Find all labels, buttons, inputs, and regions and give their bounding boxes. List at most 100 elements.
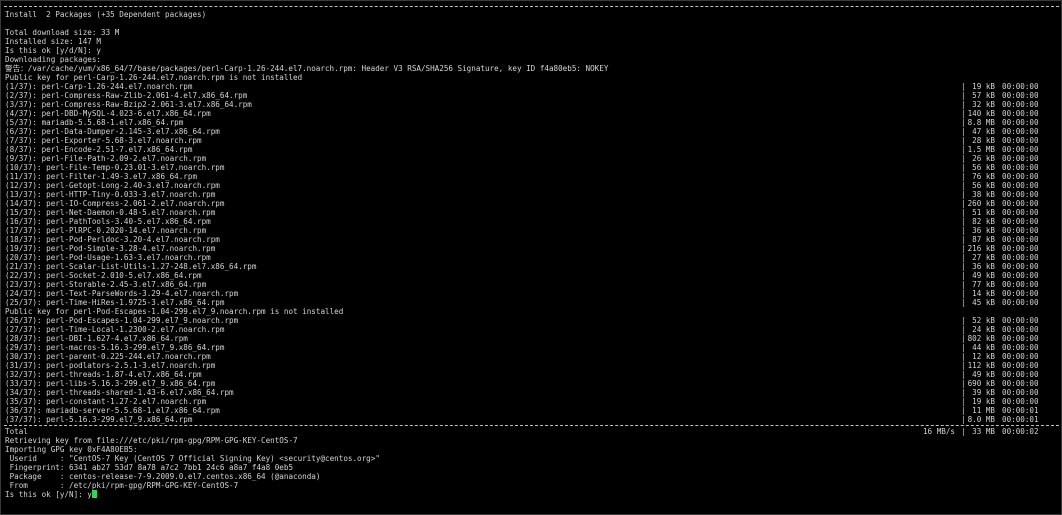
- package-size: 8.0 MB: [967, 415, 995, 424]
- package-time: 00:00:00: [1002, 244, 1039, 253]
- package-name: (30/37): perl-parent-0.225-244.el7.noarc…: [5, 352, 211, 361]
- package-name: (12/37): perl-Getopt-Long-2.40-3.el7.noa…: [5, 181, 220, 190]
- terminal-cursor[interactable]: [91, 490, 97, 498]
- package-size: 112 kB: [967, 361, 995, 370]
- package-size: 1.5 MB: [967, 145, 995, 154]
- separator-line: [4, 425, 1059, 426]
- package-time: 00:00:00: [1002, 127, 1039, 136]
- terminal-window[interactable]: Install 2 Packages (+35 Dependent packag…: [0, 0, 1062, 515]
- package-row: (28/37): perl-DBI-1.627-4.el7.x86_64.rpm…: [1, 334, 1061, 343]
- downloading-label: Downloading packages:: [5, 55, 102, 64]
- package-size: 38 kB: [972, 190, 995, 199]
- package-size: 19 kB: [972, 82, 995, 91]
- package-name: (23/37): perl-Storable-2.45-3.el7.x86_64…: [5, 280, 207, 289]
- package-row: (25/37): perl-Time-HiRes-1.9725-3.el7.x8…: [1, 298, 1061, 307]
- package-size: 12 kB: [972, 352, 995, 361]
- package-name: (22/37): perl-Socket-2.010-5.el7.x86_64.…: [5, 271, 202, 280]
- input-prompt-line[interactable]: Is this ok [y/N]: y: [1, 490, 1061, 499]
- package-name: (29/37): perl-macros-5.16.3-299.el7_9.x8…: [5, 343, 225, 352]
- package-name: (16/37): perl-PathTools-3.40-5.el7.x86_6…: [5, 217, 211, 226]
- package-name: (9/37): perl-File-Path-2.09-2.el7.noarch…: [5, 154, 207, 163]
- package-name: (15/37): perl-Net-Daemon-0.48-5.el7.noar…: [5, 208, 216, 217]
- package-time: 00:00:00: [1002, 343, 1039, 352]
- package-time: 00:00:00: [1002, 172, 1039, 181]
- package-row: (30/37): perl-parent-0.225-244.el7.noarc…: [1, 352, 1061, 361]
- package-time: 00:00:00: [1002, 352, 1039, 361]
- package-size: 32 kB: [972, 100, 995, 109]
- key-userid: Userid : "CentOS-7 Key (CentOS 7 Officia…: [5, 454, 380, 463]
- package-name: (28/37): perl-DBI-1.627-4.el7.x86_64.rpm: [5, 334, 188, 343]
- package-name: (13/37): perl-HTTP-Tiny-0.033-3.el7.noar…: [5, 190, 216, 199]
- package-name: (3/37): perl-Compress-Raw-Bzip2-2.061-3.…: [5, 100, 252, 109]
- package-row: (24/37): perl-Text-ParseWords-3.29-4.el7…: [1, 289, 1061, 298]
- package-time: 00:00:01: [1002, 415, 1039, 424]
- package-name: (14/37): perl-IO-Compress-2.061-2.el7.no…: [5, 199, 225, 208]
- signature-warning: 警告：/var/cache/yum/x86_64/7/base/packages…: [5, 64, 609, 73]
- package-name: (25/37): perl-Time-HiRes-1.9725-3.el7.x8…: [5, 298, 225, 307]
- total-download-size: Total download size: 33 M: [5, 28, 120, 37]
- package-size: 56 kB: [972, 163, 995, 172]
- package-time: 00:00:00: [1002, 388, 1039, 397]
- package-row: (7/37): perl-Exporter-5.68-3.el7.noarch.…: [1, 136, 1061, 145]
- package-size: 76 kB: [972, 172, 995, 181]
- key-from: From : /etc/pki/rpm-gpg/RPM-GPG-KEY-Cent…: [5, 481, 239, 490]
- package-time: 00:00:00: [1002, 82, 1039, 91]
- package-name: (7/37): perl-Exporter-5.68-3.el7.noarch.…: [5, 136, 202, 145]
- package-name: (27/37): perl-Time-Local-1.2300-2.el7.no…: [5, 325, 225, 334]
- package-size: 11 MB: [972, 406, 995, 415]
- package-time: 00:00:00: [1002, 145, 1039, 154]
- package-time: 00:00:00: [1002, 334, 1039, 343]
- package-time: 00:00:00: [1002, 298, 1039, 307]
- package-size: 19 kB: [972, 397, 995, 406]
- public-key-notice: Public key for perl-Pod-Escapes-1.04-299…: [5, 307, 344, 316]
- package-size: 82 kB: [972, 217, 995, 226]
- package-time: 00:00:00: [1002, 370, 1039, 379]
- package-time: 00:00:00: [1002, 325, 1039, 334]
- package-time: 00:00:00: [1002, 271, 1039, 280]
- package-time: 00:00:00: [1002, 154, 1039, 163]
- total-size: 33 MB: [972, 427, 995, 436]
- package-row: (19/37): perl-Pod-Simple-3.28-4.el7.noar…: [1, 244, 1061, 253]
- package-row: (17/37): perl-PlRPC-0.2020-14.el7.noarch…: [1, 226, 1061, 235]
- package-time: 00:00:00: [1002, 91, 1039, 100]
- package-row: (32/37): perl-threads-1.87-4.el7.x86_64.…: [1, 370, 1061, 379]
- package-download-list: (26/37): perl-Pod-Escapes-1.04-299.el7_9…: [1, 316, 1061, 424]
- package-row: (1/37): perl-Carp-1.26-244.el7.noarch.rp…: [1, 82, 1061, 91]
- package-row: (29/37): perl-macros-5.16.3-299.el7_9.x8…: [1, 343, 1061, 352]
- package-size: 260 kB: [967, 199, 995, 208]
- package-size: 45 kB: [972, 298, 995, 307]
- package-time: 00:00:00: [1002, 235, 1039, 244]
- package-size: 57 kB: [972, 91, 995, 100]
- package-row: (37/37): perl-5.16.3-299.el7_9.x86_64.rp…: [1, 415, 1061, 424]
- package-row: (9/37): perl-File-Path-2.09-2.el7.noarch…: [1, 154, 1061, 163]
- package-size: 140 kB: [967, 109, 995, 118]
- package-row: (10/37): perl-File-Temp-0.23.01-3.el7.no…: [1, 163, 1061, 172]
- package-size: 27 kB: [972, 253, 995, 262]
- package-row: (26/37): perl-Pod-Escapes-1.04-299.el7_9…: [1, 316, 1061, 325]
- package-size: 47 kB: [972, 127, 995, 136]
- package-row: (15/37): perl-Net-Daemon-0.48-5.el7.noar…: [1, 208, 1061, 217]
- package-size: 690 kB: [967, 379, 995, 388]
- package-time: 00:00:00: [1002, 262, 1039, 271]
- package-row: (27/37): perl-Time-Local-1.2300-2.el7.no…: [1, 325, 1061, 334]
- package-size: 44 kB: [972, 343, 995, 352]
- package-name: (21/37): perl-Scalar-List-Utils-1.27-248…: [5, 262, 257, 271]
- package-name: (35/37): perl-constant-1.27-2.el7.noarch…: [5, 397, 207, 406]
- package-row: (12/37): perl-Getopt-Long-2.40-3.el7.noa…: [1, 181, 1061, 190]
- install-summary: Install 2 Packages (+35 Dependent packag…: [5, 10, 207, 19]
- package-name: (32/37): perl-threads-1.87-4.el7.x86_64.…: [5, 370, 202, 379]
- package-size: 87 kB: [972, 235, 995, 244]
- package-row: (36/37): mariadb-server-5.5.68-1.el7.x86…: [1, 406, 1061, 415]
- package-row: (8/37): perl-Encode-2.51-7.el7.x86_64.rp…: [1, 145, 1061, 154]
- package-size: 28 kB: [972, 136, 995, 145]
- package-name: (18/37): perl-Pod-Perldoc-3.20-4.el7.noa…: [5, 235, 220, 244]
- package-size: 26 kB: [972, 154, 995, 163]
- package-time: 00:00:00: [1002, 208, 1039, 217]
- package-row: (5/37): mariadb-5.5.68-1.el7.x86_64.rpm |…: [1, 118, 1061, 127]
- package-row: (14/37): perl-IO-Compress-2.061-2.el7.no…: [1, 199, 1061, 208]
- package-size: 77 kB: [972, 280, 995, 289]
- package-name: (10/37): perl-File-Temp-0.23.01-3.el7.no…: [5, 163, 225, 172]
- package-row: (18/37): perl-Pod-Perldoc-3.20-4.el7.noa…: [1, 235, 1061, 244]
- package-name: (20/37): perl-Pod-Usage-1.63-3.el7.noarc…: [5, 253, 211, 262]
- package-size: 56 kB: [972, 181, 995, 190]
